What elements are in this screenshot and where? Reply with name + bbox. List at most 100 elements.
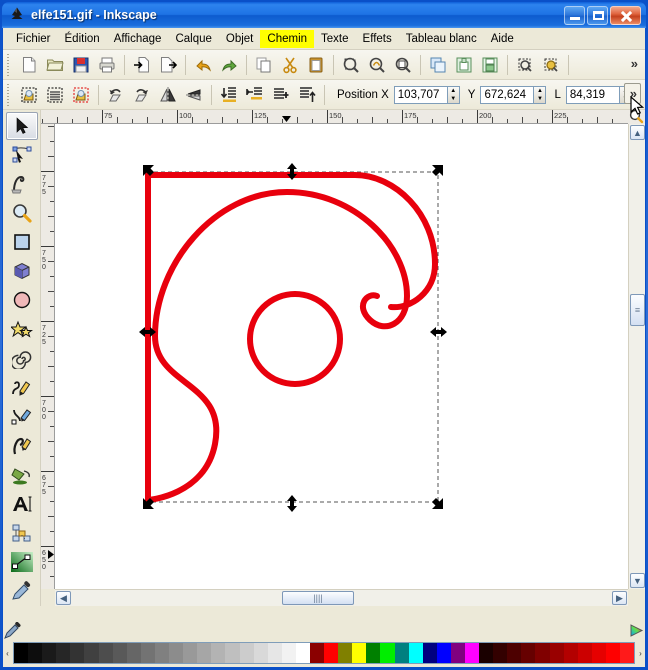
palette-swatch[interactable] (366, 643, 381, 663)
hscroll-thumb[interactable]: |||| (282, 591, 354, 605)
palette-scroll-right[interactable]: › (636, 642, 645, 664)
lower-button[interactable] (242, 82, 268, 107)
tool-rectangle[interactable] (6, 228, 38, 256)
scroll-right-button[interactable]: ▶ (612, 591, 627, 605)
tool-selector[interactable] (5, 112, 38, 141)
position-y-field[interactable]: ▲▼ (480, 85, 547, 104)
scroll-down-button[interactable]: ▼ (630, 573, 645, 588)
fill-stroke-button[interactable] (512, 52, 538, 77)
position-y-stepper[interactable]: ▲ ▼ (534, 85, 547, 104)
palette-swatch[interactable] (126, 643, 141, 663)
palette-swatch[interactable] (239, 643, 254, 663)
tool-paint-bucket[interactable] (6, 461, 38, 489)
commands-toolbar-overflow-button[interactable]: » (626, 54, 641, 73)
position-x-input[interactable] (393, 85, 448, 104)
close-button[interactable] (610, 5, 641, 25)
deselect-button[interactable] (68, 82, 94, 107)
palette-swatch[interactable] (394, 643, 409, 663)
zoom-corner-icon[interactable] (628, 109, 645, 124)
palette-swatch[interactable] (338, 643, 353, 663)
save-document-button[interactable] (68, 52, 94, 77)
tool-3dbox[interactable] (6, 257, 38, 285)
vscroll-thumb[interactable]: ≡ (630, 294, 645, 326)
palette-swatch[interactable] (422, 643, 437, 663)
palette-swatch[interactable] (225, 643, 240, 663)
palette-swatch[interactable] (549, 643, 564, 663)
canvas-hscrollbar[interactable]: ◀ |||| ▶ (55, 589, 628, 606)
raise-to-top-button[interactable] (294, 82, 320, 107)
palette-swatch[interactable] (112, 643, 127, 663)
palette-swatch[interactable] (281, 643, 296, 663)
menu-effets[interactable]: Effets (356, 30, 399, 48)
palette-swatch[interactable] (436, 643, 451, 663)
rotate-ccw-button[interactable] (103, 82, 129, 107)
color-wheel-icon[interactable] (628, 622, 645, 639)
tool-spiral[interactable] (6, 345, 38, 373)
selector-toolbar-overflow-button[interactable]: » (623, 83, 641, 104)
object-properties-button[interactable] (538, 52, 564, 77)
tool-calligraphy[interactable] (6, 432, 38, 460)
paste-button[interactable] (303, 52, 329, 77)
flip-horizontal-button[interactable] (155, 82, 181, 107)
palette-swatch[interactable] (507, 643, 522, 663)
raise-button[interactable] (268, 82, 294, 107)
menu-tableau-blanc[interactable]: Tableau blanc (399, 30, 484, 48)
flip-vertical-button[interactable] (181, 82, 207, 107)
palette-swatch[interactable] (14, 643, 29, 663)
palette-swatch[interactable] (535, 643, 550, 663)
menu-objet[interactable]: Objet (219, 30, 261, 48)
copy-button[interactable] (251, 52, 277, 77)
palette-swatch[interactable] (465, 643, 480, 663)
tool-connector[interactable] (6, 519, 38, 547)
menu-chemin[interactable]: Chemin (260, 29, 315, 48)
import-button[interactable] (129, 52, 155, 77)
menu-calque[interactable]: Calque (168, 30, 218, 48)
new-document-button[interactable] (16, 52, 42, 77)
tool-ellipse[interactable] (6, 286, 38, 314)
palette-swatch[interactable] (479, 643, 494, 663)
palette-swatch[interactable] (620, 643, 635, 663)
palette-swatch[interactable] (295, 643, 310, 663)
palette-swatch[interactable] (154, 643, 170, 663)
menu-affichage[interactable]: Affichage (107, 30, 169, 48)
lower-to-bottom-button[interactable] (216, 82, 242, 107)
tool-star[interactable] (6, 315, 38, 343)
maximize-button[interactable] (587, 5, 608, 25)
ungroup-button[interactable] (477, 52, 503, 77)
canvas-vscrollbar[interactable]: ▲ ≡ ▼ (628, 124, 645, 589)
palette-swatch[interactable] (84, 643, 99, 663)
palette-swatch[interactable] (56, 643, 71, 663)
palette-swatch[interactable] (493, 643, 508, 663)
zoom-selection-button[interactable] (338, 52, 364, 77)
palette-swatch[interactable] (309, 643, 325, 663)
palette-swatch[interactable] (183, 643, 198, 663)
menu-aide[interactable]: Aide (484, 30, 521, 48)
tool-gradient[interactable] (6, 548, 38, 576)
position-x-stepper[interactable]: ▲ ▼ (447, 85, 460, 104)
palette-swatch[interactable] (28, 643, 43, 663)
scroll-up-button[interactable]: ▲ (630, 125, 645, 140)
toolbar-grip[interactable] (7, 83, 13, 106)
zoom-drawing-button[interactable] (364, 52, 390, 77)
palette-swatch[interactable] (70, 643, 85, 663)
tool-tweak[interactable] (6, 170, 38, 198)
width-input[interactable] (565, 85, 620, 104)
print-document-button[interactable] (94, 52, 120, 77)
menu-fichier[interactable]: Fichier (9, 30, 58, 48)
export-button[interactable] (155, 52, 181, 77)
position-y-input[interactable] (480, 85, 535, 104)
undo-button[interactable] (190, 52, 216, 77)
palette-swatch[interactable] (211, 643, 226, 663)
palette-swatch[interactable] (521, 643, 536, 663)
tool-bezier[interactable] (6, 403, 38, 431)
open-document-button[interactable] (42, 52, 68, 77)
palette-swatch[interactable] (197, 643, 212, 663)
tool-zoom[interactable] (6, 199, 38, 227)
palette-swatch[interactable] (98, 643, 113, 663)
scroll-left-button[interactable]: ◀ (56, 591, 71, 605)
palette-swatch[interactable] (408, 643, 423, 663)
horizontal-ruler[interactable]: 75 100 125 150 175 200 225 (41, 110, 628, 124)
palette-swatch[interactable] (253, 643, 268, 663)
redo-button[interactable] (216, 52, 242, 77)
vertical-ruler[interactable]: 775 750 725 700 675 650 (41, 124, 55, 589)
